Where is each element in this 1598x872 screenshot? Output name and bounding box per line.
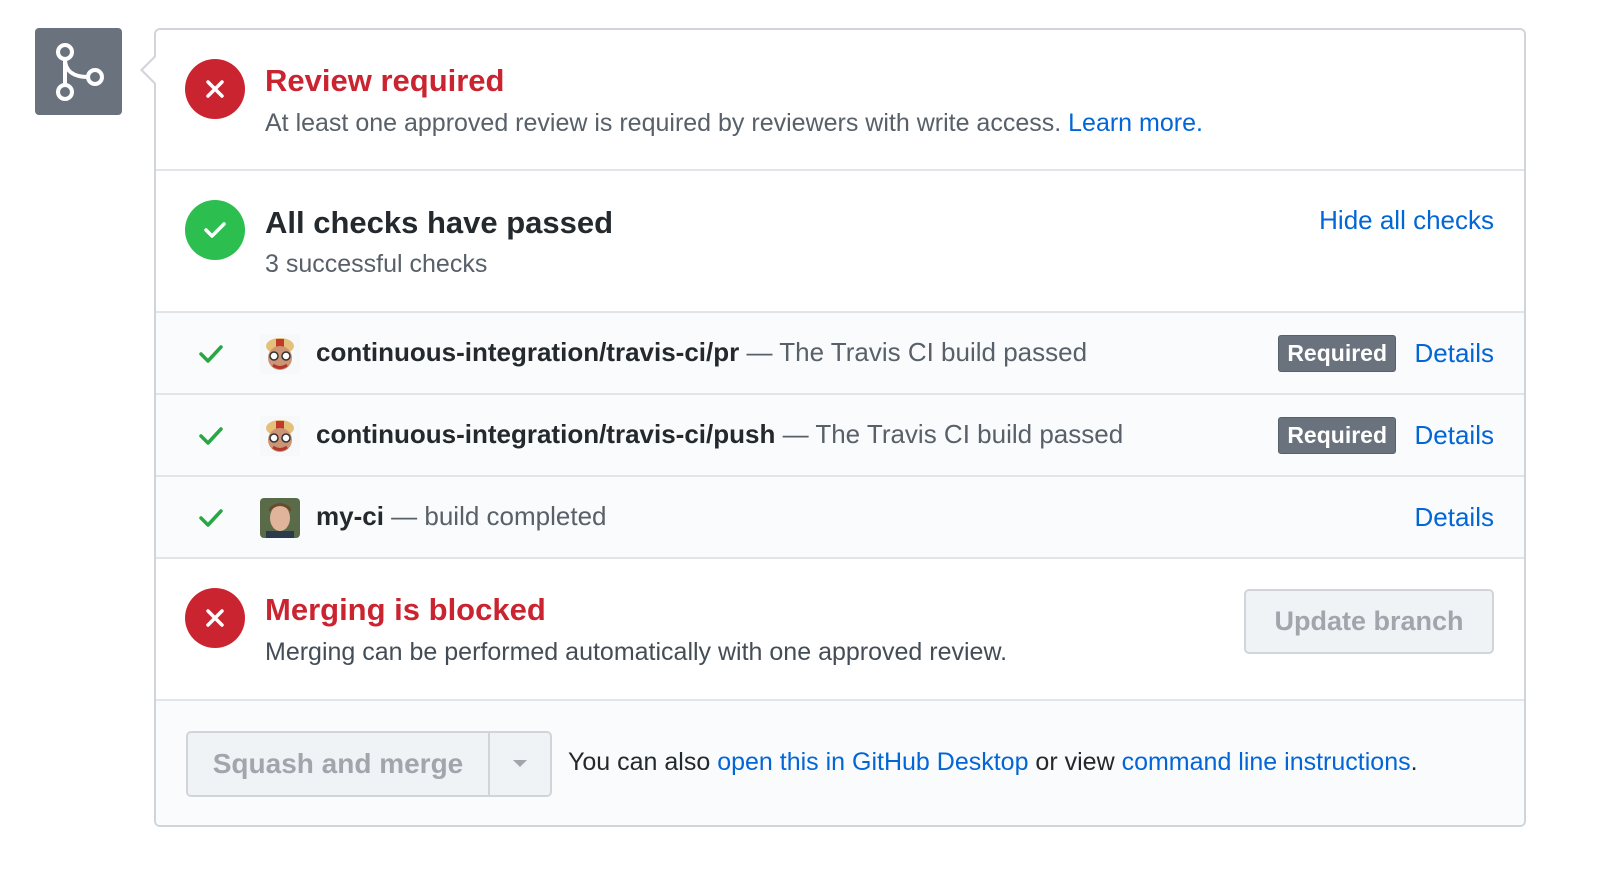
review-description-text: At least one approved review is required… [265,109,1062,137]
merge-note-suffix: . [1410,748,1418,776]
open-in-desktop-link[interactable]: open this in GitHub Desktop [717,748,1028,776]
blocked-title: Merging is blocked [265,592,546,627]
check-text: my-ci — build completed [316,501,607,532]
caret-down-icon [513,760,527,767]
check-name: my-ci [316,501,384,531]
review-description: At least one approved review is required… [265,109,1203,138]
checks-section: All checks have passed 3 successful chec… [156,171,1524,313]
details-link[interactable]: Details [1415,502,1494,533]
check-description: build completed [424,501,607,531]
merge-note: You can also open this in GitHub Desktop… [568,748,1418,777]
check-icon [199,345,223,363]
merge-actions: Squash and merge You can also open this … [156,701,1524,825]
update-branch-button[interactable]: Update branch [1244,589,1494,654]
details-link[interactable]: Details [1415,338,1494,369]
details-link[interactable]: Details [1415,420,1494,451]
check-name: continuous-integration/travis-ci/pr [316,337,740,367]
merge-box: Review required At least one approved re… [154,28,1526,827]
blocked-description: Merging can be performed automatically w… [265,638,1008,666]
checks-title: All checks have passed [265,205,614,240]
learn-more-link[interactable]: Learn more. [1068,109,1203,137]
check-icon [199,427,223,445]
git-merge-icon [35,28,122,115]
merge-note-middle: or view [1028,748,1122,776]
check-separator: — [383,501,425,531]
check-text: continuous-integration/travis-ci/push — … [316,419,1123,450]
check-icon [199,509,223,527]
check-row: continuous-integration/travis-ci/pr — Th… [156,313,1524,395]
merge-note-prefix: You can also [568,748,718,776]
required-badge: Required [1278,417,1396,454]
review-title: Review required [265,63,505,98]
check-description: The Travis CI build passed [815,419,1124,449]
check-row: my-ci — build completed Details [156,477,1524,559]
merge-button-group: Squash and merge [186,731,552,797]
x-circle-icon [185,59,245,119]
check-separator: — [775,419,816,449]
merge-method-dropdown[interactable] [490,733,550,795]
check-separator: — [739,337,780,367]
x-circle-icon [185,588,245,648]
check-text: continuous-integration/travis-ci/pr — Th… [316,337,1087,368]
hide-all-checks-link[interactable]: Hide all checks [1319,205,1494,236]
travis-ci-avatar [260,416,300,456]
review-section: Review required At least one approved re… [156,30,1524,171]
required-badge: Required [1278,335,1396,372]
squash-and-merge-button[interactable]: Squash and merge [188,733,490,795]
check-circle-icon [185,200,245,260]
checks-subtitle: 3 successful checks [265,250,488,278]
check-row: continuous-integration/travis-ci/push — … [156,395,1524,477]
blocked-section: Merging is blocked Merging can be perfor… [156,559,1524,701]
command-line-link[interactable]: command line instructions [1122,748,1411,776]
timeline-pointer-fill [143,57,156,83]
travis-ci-avatar [260,334,300,374]
user-avatar [260,498,300,538]
check-name: continuous-integration/travis-ci/push [316,419,776,449]
check-description: The Travis CI build passed [779,337,1088,367]
